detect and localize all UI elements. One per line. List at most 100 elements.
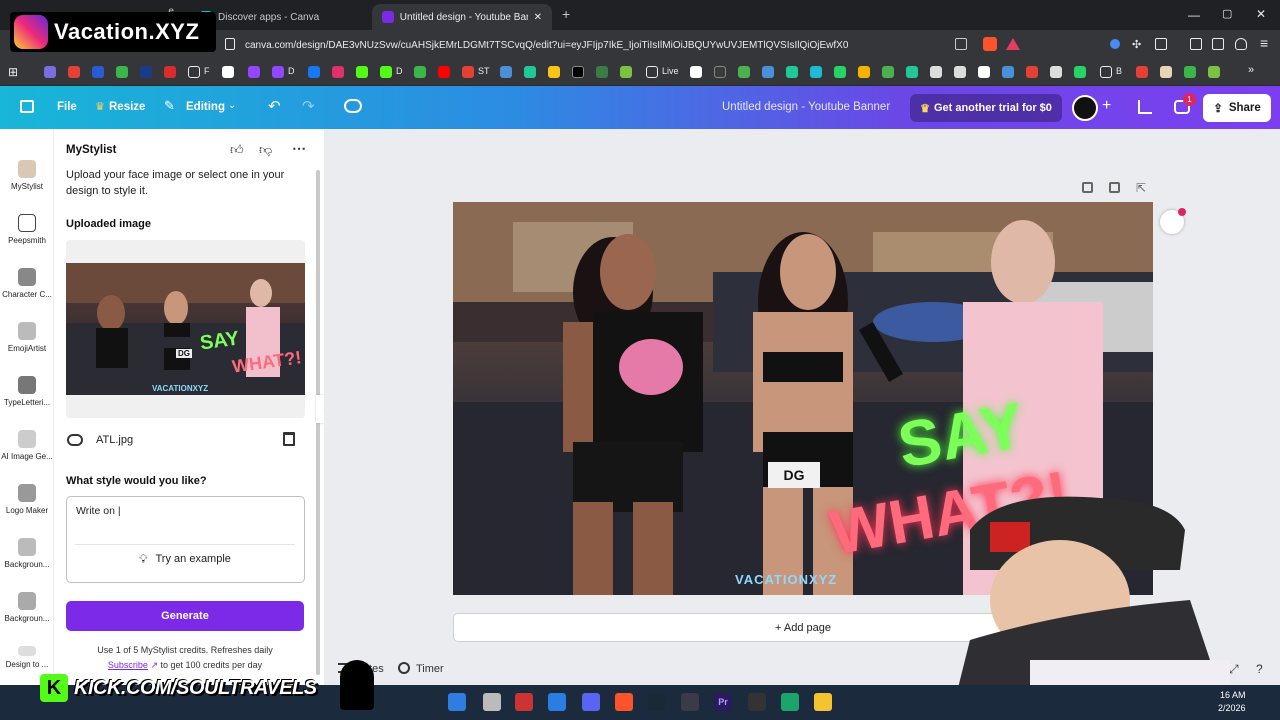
rail-item-logo-maker[interactable]: Logo Maker <box>0 484 54 515</box>
bookmark-icon[interactable] <box>1160 66 1172 78</box>
folder-icon[interactable] <box>646 66 658 78</box>
apps-grid-icon[interactable]: ⊞ <box>8 65 18 79</box>
instagram-icon[interactable] <box>332 66 344 78</box>
subscribe-link[interactable]: Subscribe <box>108 660 148 670</box>
taskbar-app-icon[interactable] <box>515 693 533 711</box>
tab-untitled-design[interactable]: Untitled design - Youtube Banne ✕ <box>372 4 552 30</box>
vpn-shield-icon[interactable] <box>1235 38 1247 50</box>
timer-button[interactable]: Timer <box>416 663 444 675</box>
insights-chart-icon[interactable] <box>1138 100 1152 114</box>
lock-icon[interactable] <box>1082 182 1093 193</box>
bookmark-icon[interactable] <box>858 66 870 78</box>
rail-item-background-2[interactable]: Backgroun... <box>0 592 54 623</box>
resize-button[interactable]: Resize <box>109 101 145 113</box>
extensions-puzzle-icon[interactable]: ✣ <box>1132 38 1141 51</box>
menu-icon[interactable]: ≡ <box>1260 35 1268 51</box>
share-button[interactable]: ⇪ Share <box>1203 94 1271 122</box>
bookmark-icon[interactable] <box>462 66 474 78</box>
thumbs-down-icon[interactable]: 👎︎ <box>259 142 272 158</box>
share-page-icon[interactable] <box>955 38 967 50</box>
sidebar-icon[interactable] <box>1190 38 1202 50</box>
extension-icon[interactable] <box>1110 39 1120 49</box>
try-example-button[interactable]: 💡︎ Try an example <box>75 544 295 573</box>
obs-icon[interactable] <box>748 693 766 711</box>
trash-icon[interactable] <box>283 432 295 446</box>
gmail-icon[interactable] <box>68 66 80 78</box>
discord-icon[interactable] <box>582 693 600 711</box>
rail-item-background-1[interactable]: Backgroun... <box>0 538 54 569</box>
bookmark-icon[interactable] <box>954 66 966 78</box>
thumbs-up-icon[interactable]: 👍︎ <box>230 142 244 158</box>
twitch-icon[interactable] <box>272 66 284 78</box>
help-icon[interactable]: ? <box>1256 662 1263 676</box>
maximize-icon[interactable]: ▢ <box>1222 7 1232 20</box>
rail-item-emojiartist[interactable]: EmojiArtist <box>0 322 54 353</box>
x-icon[interactable] <box>572 66 584 78</box>
bookmark-icon[interactable] <box>92 66 104 78</box>
screenshot-icon[interactable] <box>1155 38 1167 50</box>
url-field[interactable]: canva.com/design/DAE3vNUzSvw/cuAHSjkEMrL… <box>245 35 1005 55</box>
task-view-icon[interactable] <box>483 693 501 711</box>
bookmark-label[interactable]: B <box>1116 66 1122 76</box>
bookmark-icon[interactable] <box>500 66 512 78</box>
bookmark-icon[interactable] <box>548 66 560 78</box>
file-menu[interactable]: File <box>57 101 77 113</box>
bookmark-icon[interactable] <box>116 66 128 78</box>
add-collaborator-icon[interactable]: + <box>1102 97 1111 115</box>
trial-button[interactable]: ♛ Get another trial for $0 <box>910 94 1062 122</box>
bookmark-icon[interactable] <box>596 66 608 78</box>
photos-icon[interactable] <box>548 693 566 711</box>
more-options-icon[interactable]: ⋯ <box>292 140 306 157</box>
duplicate-page-icon[interactable] <box>1109 182 1120 193</box>
bookmark-icon[interactable] <box>164 66 176 78</box>
bookmark-icon[interactable] <box>222 66 234 78</box>
bookmark-icon[interactable] <box>140 66 152 78</box>
generate-button[interactable]: Generate <box>66 601 304 631</box>
minimize-icon[interactable]: — <box>1188 8 1200 22</box>
taskbar-app-icon[interactable] <box>681 693 699 711</box>
rail-item-design-to[interactable]: Design to ... <box>0 646 54 669</box>
bookmark-icon[interactable] <box>762 66 774 78</box>
brave-shields-icon[interactable] <box>983 37 997 51</box>
bookmark-icon[interactable] <box>930 66 942 78</box>
youtube-icon[interactable] <box>438 66 450 78</box>
close-window-icon[interactable]: ✕ <box>1256 7 1266 21</box>
bookmark-icon[interactable] <box>1074 66 1086 78</box>
twitch-icon[interactable] <box>248 66 260 78</box>
bookmark-icon[interactable] <box>786 66 798 78</box>
bookmark-icon[interactable] <box>834 66 846 78</box>
bookmark-icon[interactable] <box>1208 66 1220 78</box>
uploaded-image-thumbnail[interactable] <box>66 263 305 395</box>
rail-item-character-creator[interactable]: Character C... <box>0 268 54 299</box>
folder-icon[interactable] <box>1100 66 1112 78</box>
cloud-saved-icon[interactable] <box>344 99 362 113</box>
bookmark-icon[interactable] <box>620 66 632 78</box>
editing-mode-button[interactable]: Editing <box>186 101 225 113</box>
bookmark-label[interactable]: F <box>204 66 210 76</box>
amazon-icon[interactable] <box>690 66 702 78</box>
fullscreen-icon[interactable]: ⤢ <box>1229 662 1239 677</box>
bookmark-icon[interactable] <box>414 66 426 78</box>
rail-item-peepsmith[interactable]: Peepsmith <box>0 214 54 245</box>
kick-icon[interactable] <box>380 66 392 78</box>
add-page-icon[interactable]: ⇱ <box>1136 181 1146 195</box>
bookmark-icon[interactable] <box>1050 66 1062 78</box>
facebook-icon[interactable] <box>308 66 320 78</box>
design-title[interactable]: Untitled design - Youtube Banner <box>722 101 890 113</box>
bookmark-label[interactable]: D <box>396 66 403 76</box>
bookmark-icon[interactable] <box>882 66 894 78</box>
tab-discover-apps[interactable]: Discover apps - Canva <box>190 4 370 30</box>
bookmark-icon[interactable] <box>44 66 56 78</box>
close-tab-icon[interactable]: ✕ <box>534 12 542 23</box>
file-explorer-icon[interactable] <box>814 693 832 711</box>
wallet-icon[interactable] <box>1212 38 1224 50</box>
style-prompt-value[interactable]: Write on | <box>76 505 121 517</box>
bookmark-icon[interactable] <box>524 66 536 78</box>
bookmark-icon[interactable] <box>1002 66 1014 78</box>
bookmark-label[interactable]: ST <box>478 66 490 76</box>
rail-item-typelettering[interactable]: TypeLetteri... <box>0 376 54 407</box>
bookmark-icon[interactable] <box>714 66 726 78</box>
rail-item-mystylist[interactable]: MyStylist <box>0 160 54 191</box>
bookmark-icon[interactable] <box>1026 66 1038 78</box>
bookmark-label[interactable]: D <box>288 66 295 76</box>
